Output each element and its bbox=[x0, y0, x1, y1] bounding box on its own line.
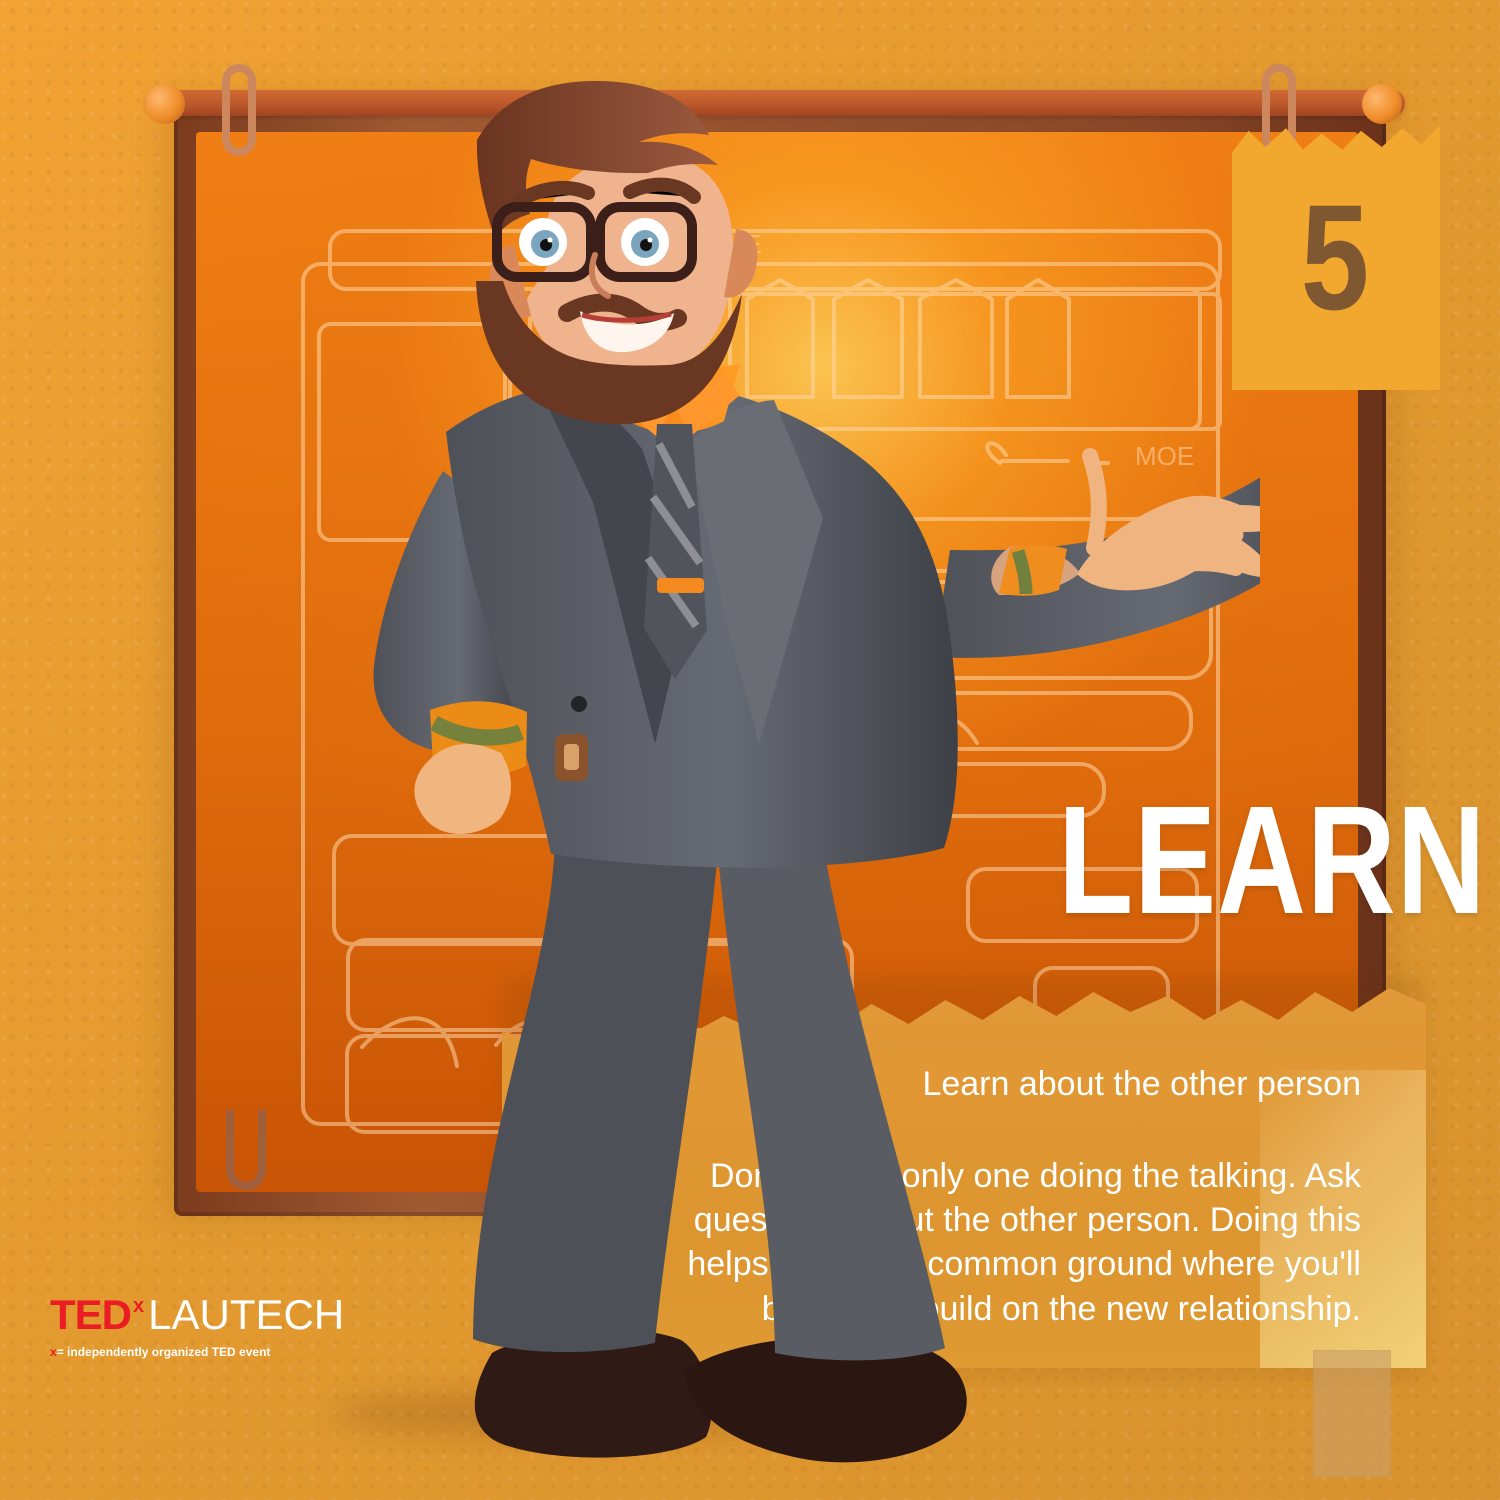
step-number: 5 bbox=[1300, 173, 1370, 341]
left-rail-cap-icon bbox=[145, 84, 185, 124]
brand-tagline: x= independently organized TED event bbox=[50, 1346, 270, 1358]
tape-strip-icon bbox=[1313, 1350, 1391, 1477]
brand-tagline-x: x bbox=[50, 1345, 57, 1359]
brand-tagline-text: = independently organized TED event bbox=[56, 1345, 271, 1359]
right-rail-cap-icon bbox=[1362, 84, 1402, 124]
presenter-illustration-icon bbox=[373, 80, 1260, 1463]
brand-x: x bbox=[133, 1295, 145, 1317]
brand-ted: TED bbox=[50, 1291, 132, 1338]
